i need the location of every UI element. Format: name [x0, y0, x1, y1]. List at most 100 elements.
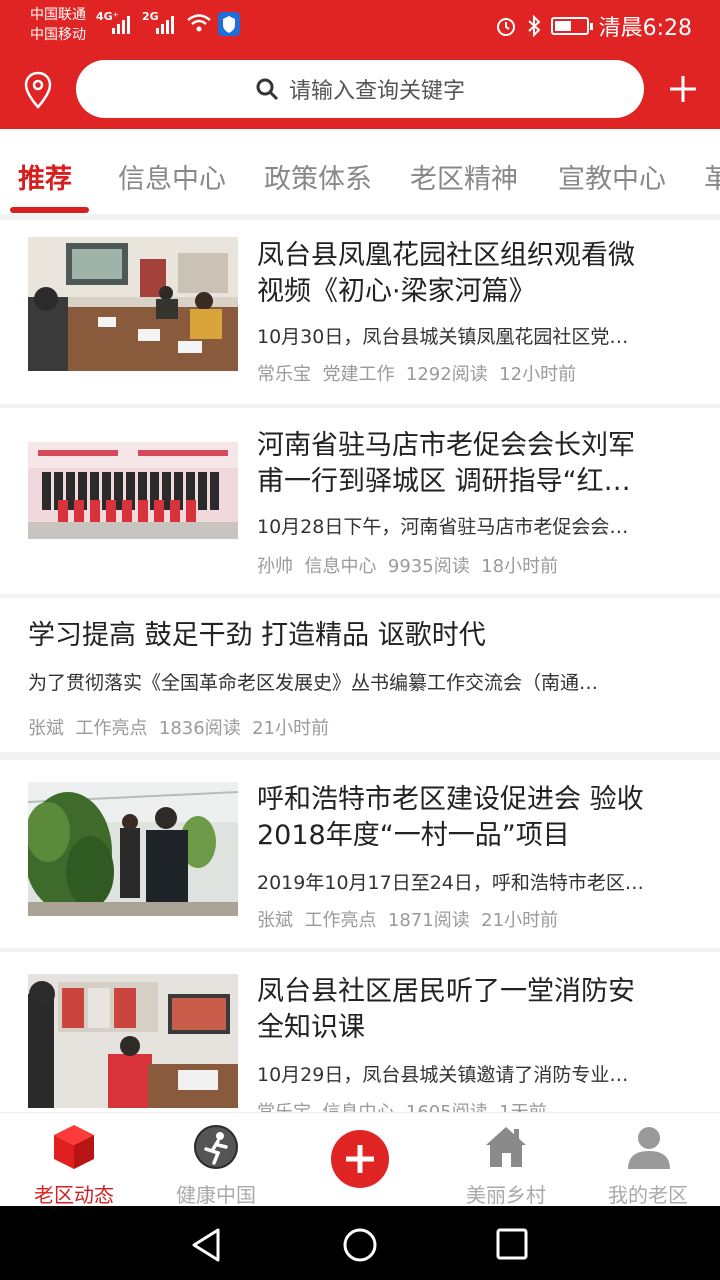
status-bar: 中国联通 中国移动 4G⁺ 2G 清晨6:28	[0, 0, 720, 52]
classroom-image	[28, 974, 238, 1108]
search-placeholder: 请输入查询关键字	[288, 79, 465, 104]
article-title: 河南省驻马店市老促会会长刘军 甫一行到驿城区 调研指导“红…	[257, 428, 635, 500]
article-card[interactable]: 凤台县凤凰花园社区组织观看微 视频《初心·梁家河篇》 10月30日，凤台县城关镇…	[0, 220, 720, 404]
search-icon	[256, 78, 279, 101]
bottom-nav: 老区动态 健康中国 美丽乡村 我的老区	[0, 1112, 720, 1207]
article-card[interactable]: 河南省驻马店市老促会会长刘军 甫一行到驿城区 调研指导“红… 10月28日下午，…	[0, 408, 720, 594]
signal-icon-2	[156, 16, 174, 34]
add-icon[interactable]	[668, 74, 698, 104]
cube-icon	[54, 1125, 94, 1169]
article-title: 呼和浩特市老区建设促进会 验收 2018年度“一村一品”项目	[257, 782, 644, 854]
article-reads: 1605阅读	[406, 1102, 488, 1112]
nav-village-label: 美丽乡村	[466, 1183, 546, 1207]
recents-icon[interactable]	[496, 1228, 528, 1260]
article-summary: 2019年10月17日至24日，呼和浩特市老区…	[257, 872, 644, 894]
article-reads: 9935阅读	[387, 556, 470, 577]
article-category: 信息中心	[322, 1102, 394, 1112]
meeting-room-image	[28, 237, 238, 371]
article-title-line2: 全知识课	[257, 1012, 365, 1043]
nav-news[interactable]: 老区动态	[2, 1113, 146, 1207]
greenhouse-image	[28, 782, 238, 916]
article-meta: 张斌 工作亮点 1836阅读 21小时前	[28, 714, 329, 740]
article-category: 工作亮点	[304, 910, 377, 931]
signal-icon	[112, 16, 130, 34]
article-title-line2: 2018年度“一村一品”项目	[257, 820, 570, 851]
article-author: 张斌	[28, 718, 64, 739]
article-title-line2: 甫一行到驿城区 调研指导“红…	[257, 466, 631, 497]
house-icon	[486, 1127, 526, 1167]
article-meta: 常乐宝 信息中心 1605阅读 1天前	[257, 1098, 547, 1112]
article-time: 21小时前	[481, 910, 559, 931]
back-icon[interactable]	[190, 1228, 222, 1262]
bluetooth-icon	[527, 15, 541, 37]
article-title-line1: 凤台县凤凰花园社区组织观看微	[257, 240, 635, 271]
article-time: 1天前	[499, 1102, 546, 1112]
article-author: 常乐宝	[257, 1102, 311, 1112]
article-author: 孙帅	[257, 556, 293, 577]
article-card[interactable]: 呼和浩特市老区建设促进会 验收 2018年度“一村一品”项目 2019年10月1…	[0, 760, 720, 948]
article-thumbnail	[28, 442, 238, 539]
clock: 清晨6:28	[598, 16, 692, 41]
article-time: 18小时前	[481, 556, 559, 577]
article-thumbnail	[28, 237, 238, 371]
shield-app-icon	[218, 12, 240, 36]
nav-profile-label: 我的老区	[608, 1183, 688, 1207]
article-title-line2: 视频《初心·梁家河篇》	[257, 276, 536, 307]
tab-education[interactable]: 宣教中心	[558, 157, 666, 196]
article-reads: 1836阅读	[158, 718, 241, 739]
tab-info-center[interactable]: 信息中心	[118, 157, 226, 196]
article-summary: 为了贯彻落实《全国革命老区发展史》丛书编纂工作交流会（南通…	[28, 672, 599, 694]
article-reads: 1871阅读	[387, 910, 470, 931]
article-category: 工作亮点	[75, 718, 148, 739]
article-card[interactable]: 凤台县社区居民听了一堂消防安 全知识课 10月29日，凤台县城关镇邀请了消防专业…	[0, 952, 720, 1112]
article-meta: 孙帅 信息中心 9935阅读 18小时前	[257, 552, 558, 578]
carrier-2: 中国移动	[30, 27, 86, 43]
article-time: 12小时前	[499, 364, 577, 385]
tab-policy[interactable]: 政策体系	[264, 157, 372, 196]
alarm-icon	[496, 18, 515, 36]
user-icon	[628, 1127, 670, 1169]
article-reads: 1292阅读	[405, 364, 488, 385]
tab-more[interactable]: 革	[704, 157, 720, 196]
nav-publish[interactable]	[288, 1113, 432, 1207]
top-bar: 请输入查询关键字	[0, 52, 720, 129]
carrier-1: 中国联通	[30, 7, 86, 23]
nav-health[interactable]: 健康中国	[144, 1113, 288, 1207]
publish-plus-icon	[331, 1130, 389, 1188]
article-title-line1: 呼和浩特市老区建设促进会 验收	[257, 784, 644, 815]
article-summary: 10月30日，凤台县城关镇凤凰花园社区党…	[257, 326, 629, 348]
carrier-info: 中国联通 中国移动	[30, 5, 86, 45]
nav-profile[interactable]: 我的老区	[576, 1113, 720, 1207]
category-tabs: 推荐 信息中心 政策体系 老区精神 宣教中心 革	[0, 129, 720, 214]
tab-spirit[interactable]: 老区精神	[410, 157, 518, 196]
active-tab-indicator	[10, 207, 89, 213]
article-author: 常乐宝	[257, 364, 311, 385]
article-title-line1: 河南省驻马店市老促会会长刘军	[257, 430, 635, 461]
runner-icon	[194, 1125, 238, 1169]
article-thumbnail	[28, 782, 238, 916]
article-thumbnail	[28, 974, 238, 1108]
search-input[interactable]: 请输入查询关键字	[76, 60, 644, 118]
status-right: 清晨6:28	[495, 10, 692, 42]
location-icon[interactable]	[22, 70, 54, 110]
article-meta: 常乐宝 党建工作 1292阅读 12小时前	[257, 360, 576, 386]
article-summary: 10月29日，凤台县城关镇邀请了消防专业…	[257, 1064, 629, 1086]
article-title: 学习提高 鼓足干劲 打造精品 讴歌时代	[28, 620, 486, 651]
nav-health-label: 健康中国	[176, 1183, 256, 1207]
home-icon[interactable]	[342, 1227, 378, 1263]
tab-recommend[interactable]: 推荐	[18, 157, 72, 196]
article-time: 21小时前	[252, 718, 330, 739]
article-card[interactable]: 学习提高 鼓足干劲 打造精品 讴歌时代 为了贯彻落实《全国革命老区发展史》丛书编…	[0, 598, 720, 752]
wifi-icon	[187, 14, 211, 32]
article-author: 张斌	[257, 910, 293, 931]
group-photo-image	[28, 442, 238, 539]
system-nav-bar	[0, 1206, 720, 1280]
article-summary: 10月28日下午，河南省驻马店市老促会会…	[257, 516, 629, 538]
nav-village[interactable]: 美丽乡村	[434, 1113, 578, 1207]
article-title-line1: 凤台县社区居民听了一堂消防安	[257, 976, 635, 1007]
article-title: 凤台县社区居民听了一堂消防安 全知识课	[257, 974, 635, 1046]
article-title: 凤台县凤凰花园社区组织观看微 视频《初心·梁家河篇》	[257, 238, 635, 310]
battery-icon	[550, 17, 593, 35]
article-meta: 张斌 工作亮点 1871阅读 21小时前	[257, 906, 558, 932]
article-category: 信息中心	[304, 556, 377, 577]
